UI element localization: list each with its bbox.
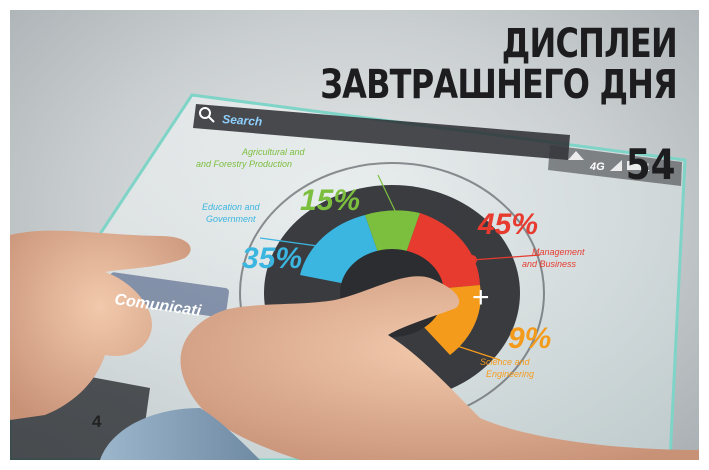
percent-management: 45% — [477, 208, 538, 241]
label-science-1: Science and — [480, 357, 531, 367]
network-label: 4G — [589, 161, 605, 173]
page-headline: ДИСПЛЕИ ЗАВТРАШНЕГО ДНЯ — [320, 21, 678, 108]
label-education-1: Education and — [202, 202, 261, 212]
percent-agriculture: 15% — [300, 184, 360, 217]
label-management-2: and Business — [522, 259, 577, 269]
label-science-2: Engineering — [486, 369, 534, 379]
search-label[interactable]: Search — [222, 112, 263, 129]
issue-number: 54 — [625, 140, 675, 189]
label-agriculture-1: Agricultural and — [241, 147, 306, 157]
percent-science: 9% — [508, 322, 551, 355]
headline-line-2: ЗАВТРАШНЕГО ДНЯ — [320, 62, 678, 108]
cover-photo: + 15% 35% 45% 9% Agricultural and and Fo… — [10, 10, 699, 460]
percent-education: 35% — [242, 242, 302, 275]
label-agriculture-2: and Forestry Production — [196, 159, 292, 169]
plus-icon[interactable]: + — [472, 281, 490, 314]
label-management-1: Management — [532, 247, 585, 257]
page-number: 4 — [92, 412, 102, 431]
magazine-page: + 15% 35% 45% 9% Agricultural and and Fo… — [0, 0, 709, 470]
label-education-2: Government — [206, 214, 256, 224]
headline-line-1: ДИСПЛЕИ — [501, 21, 678, 67]
